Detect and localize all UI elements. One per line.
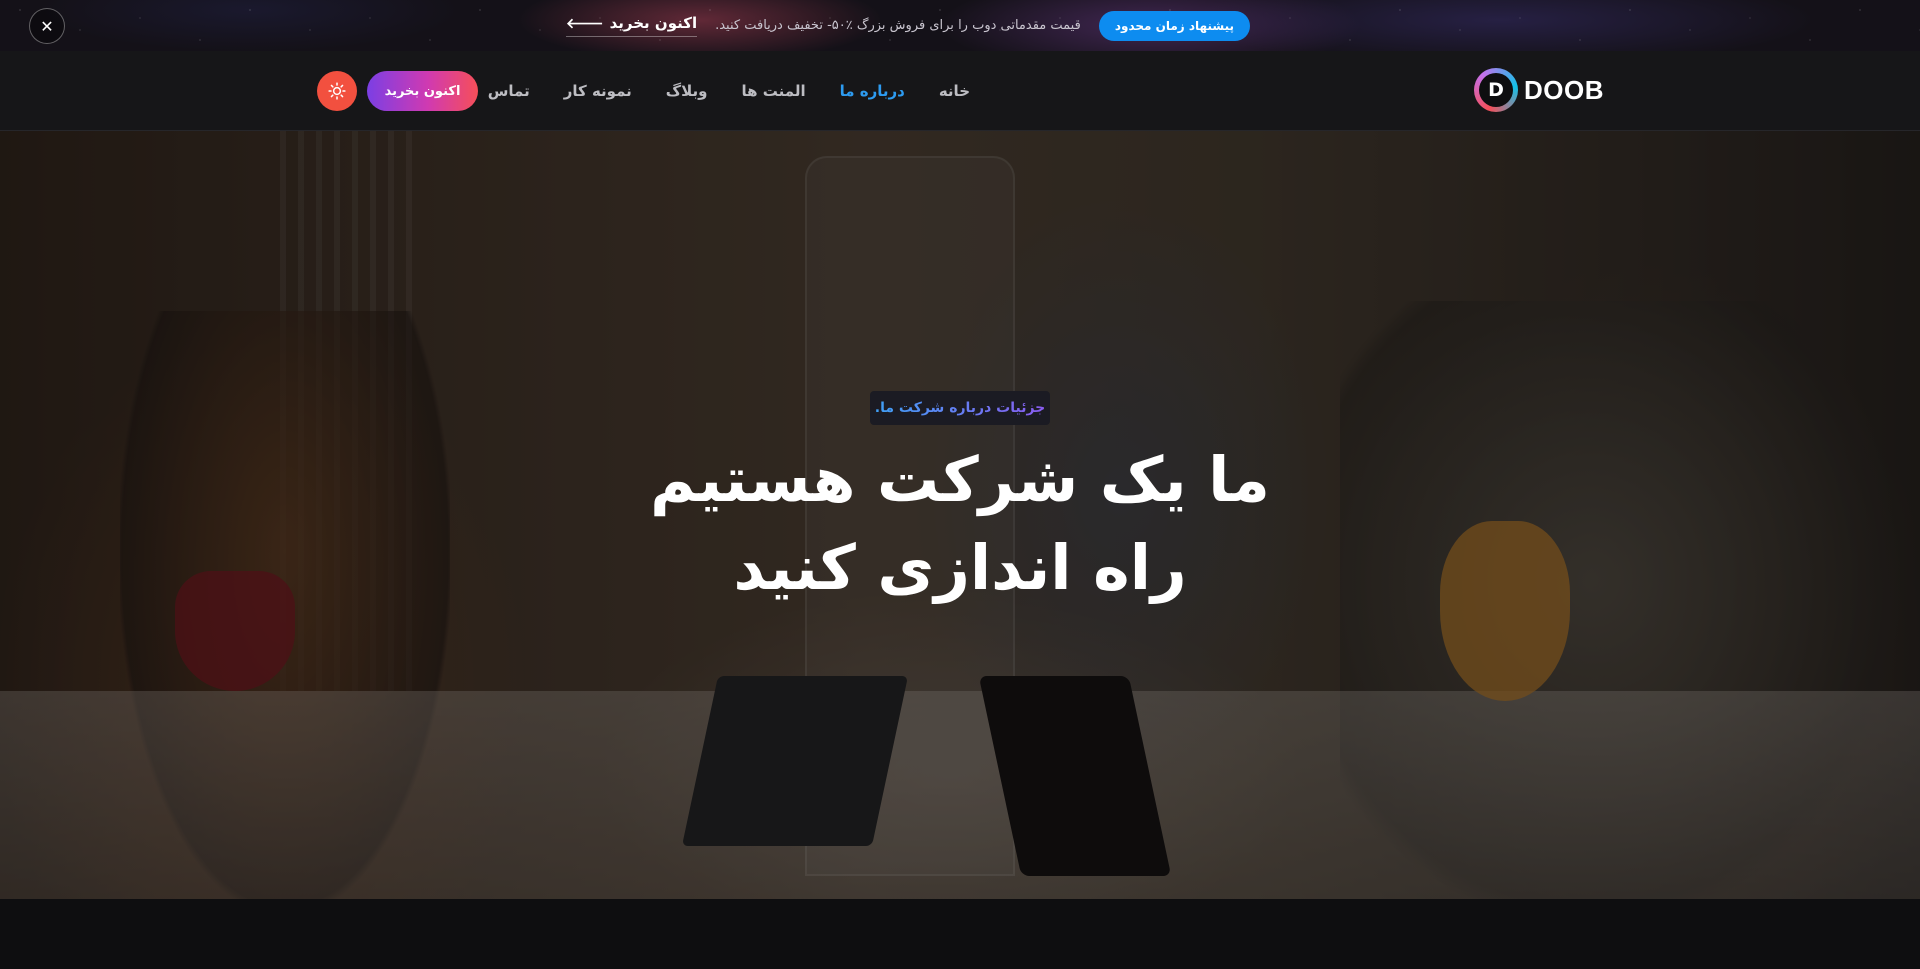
hero-title-line1: ما یک شرکت هستیم [650, 443, 1270, 516]
sun-icon [328, 82, 346, 100]
logo-mark: D [1474, 68, 1518, 112]
nav-item-elements[interactable]: المنت ها [742, 82, 806, 100]
hero-subtitle-text: جزئیات درباره شرکت ما. [874, 400, 1046, 416]
hero-content: جزئیات درباره شرکت ما. ما یک شرکت هستیم … [0, 131, 1920, 899]
hero-subtitle-tag: جزئیات درباره شرکت ما. [870, 391, 1050, 425]
logo-text: DOOB [1524, 74, 1604, 105]
promo-buy-link-label: اکنون بخرید [609, 14, 698, 32]
nav-item-blog[interactable]: وبلاگ [666, 82, 708, 100]
buy-now-button[interactable]: اکنون بخرید [367, 71, 478, 111]
promo-buy-link[interactable]: اکنون بخرید 🡐 [566, 14, 698, 37]
bottom-section [0, 899, 1920, 969]
limited-offer-badge: پیشنهاد زمان محدود [1098, 10, 1250, 41]
main-nav: خانه درباره ما المنت ها وبلاگ نمونه کار … [488, 51, 970, 131]
nav-item-home[interactable]: خانه [939, 82, 970, 100]
nav-item-about[interactable]: درباره ما [840, 82, 905, 100]
site-header: D DOOB خانه درباره ما المنت ها وبلاگ نمو… [0, 51, 1920, 131]
close-icon: ✕ [40, 16, 54, 36]
nav-item-portfolio[interactable]: نمونه کار [564, 82, 632, 100]
promo-bar: پیشنهاد زمان محدود قیمت مقدماتی دوب را ب… [0, 0, 1920, 51]
hero-title-line2: راه اندازی کنید [733, 531, 1187, 604]
logo-letter: D [1479, 73, 1513, 107]
nav-item-contact[interactable]: تماس [488, 82, 530, 100]
theme-toggle-button[interactable] [317, 71, 357, 111]
logo[interactable]: D DOOB [1474, 68, 1604, 112]
promo-content: پیشنهاد زمان محدود قیمت مقدماتی دوب را ب… [566, 0, 1250, 51]
arrow-left-icon: 🡐 [566, 15, 604, 32]
hero-section: جزئیات درباره شرکت ما. ما یک شرکت هستیم … [0, 131, 1920, 899]
hero-title: ما یک شرکت هستیم راه اندازی کنید [560, 436, 1360, 612]
promo-text: قیمت مقدماتی دوب را برای فروش بزرگ ٪۵۰- … [715, 18, 1081, 33]
close-promo-button[interactable]: ✕ [29, 8, 65, 44]
